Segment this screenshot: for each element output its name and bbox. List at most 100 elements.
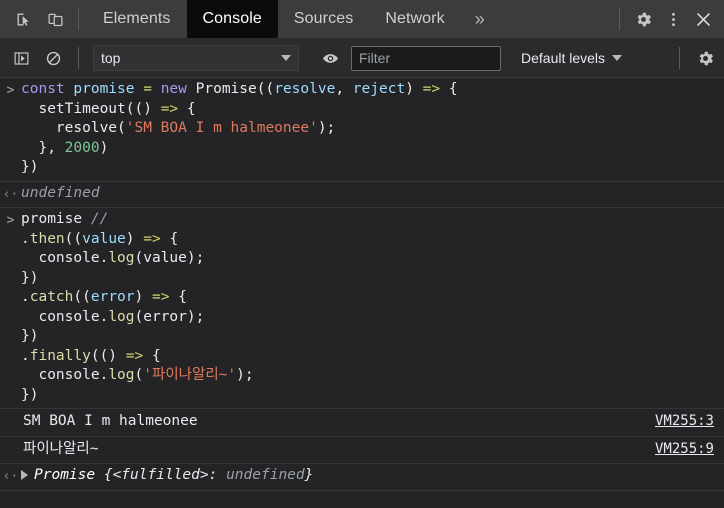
code-token: reject (352, 81, 406, 97)
console-settings-icon[interactable] (690, 43, 720, 73)
more-options-icon[interactable] (658, 4, 688, 34)
clear-console-glyph (46, 51, 60, 65)
code-token: => (143, 230, 161, 247)
promise-object-preview: Promise {<fulfilled>: undefined} (21, 466, 724, 486)
code-token: = (143, 81, 152, 97)
source-link[interactable]: VM255:3 (655, 412, 714, 432)
eye-glyph (322, 53, 338, 63)
promise-state: <fulfilled> (112, 467, 209, 483)
code-token: promise (73, 81, 135, 97)
code-token: console. (21, 308, 109, 325)
tab-sources[interactable]: Sources (278, 0, 369, 38)
code-token: value (82, 230, 126, 247)
tabbar-divider-right (619, 8, 620, 30)
tab-elements-label: Elements (103, 10, 171, 27)
tab-network[interactable]: Network (369, 0, 460, 38)
tabbar-left-icons (0, 0, 70, 38)
undefined-value: undefined (21, 184, 100, 201)
live-expression-icon[interactable] (315, 43, 345, 73)
tab-console[interactable]: Console (186, 0, 278, 38)
code-token: { (178, 100, 196, 117)
tab-network-label: Network (385, 10, 445, 27)
console-sidebar-toggle-icon[interactable] (6, 43, 36, 73)
code-token: { (440, 81, 458, 97)
code-token: . (21, 289, 30, 305)
promise-separator: : (208, 467, 227, 483)
close-icon[interactable] (688, 4, 718, 34)
device-toolbar-icon[interactable] (40, 4, 70, 34)
code-token: resolve (274, 81, 336, 97)
more-tabs-label: » (474, 8, 485, 29)
tab-console-label: Console (202, 10, 262, 27)
inspect-element-icon[interactable] (8, 4, 38, 34)
promise-brace-close: } (304, 467, 314, 483)
toolbar-divider-1 (78, 47, 79, 69)
toolbar-divider-2 (679, 47, 680, 69)
console-log-message: SM BOA I m halmeonee VM255:3 (0, 409, 724, 437)
code-token: resolve( (21, 120, 126, 136)
code-token: }) (21, 269, 39, 286)
code-token: }) (21, 328, 39, 344)
console-input-message: > const promise = new Promise((resolve, r… (0, 78, 724, 182)
result-arrow-icon: ‹· (2, 469, 19, 484)
code-token: '파이나알리~' (143, 367, 237, 383)
code-token: , (335, 81, 353, 97)
close-glyph (696, 12, 710, 26)
code-token: then (29, 230, 65, 247)
panel-tabs: Elements Console Sources Network » (87, 0, 611, 38)
expand-triangle-icon[interactable] (21, 470, 28, 480)
code-token: { (143, 347, 161, 364)
code-token: catch (29, 289, 74, 305)
tab-elements[interactable]: Elements (87, 0, 187, 38)
source-link[interactable]: VM255:9 (655, 440, 714, 460)
code-token: ) (134, 289, 152, 305)
code-token: => (125, 347, 144, 364)
code-token: => (151, 289, 170, 305)
log-gutter (0, 412, 21, 413)
code-token: new (160, 81, 187, 97)
code-token: const (21, 81, 65, 97)
console-log-text: 파이나알리~ (21, 440, 724, 460)
log-gutter (0, 440, 21, 441)
code-token: log (108, 308, 135, 325)
sidebar-toggle-glyph (14, 51, 28, 65)
code-token: }, (21, 139, 65, 156)
more-tabs-icon[interactable]: » (461, 0, 499, 38)
log-levels-dropdown[interactable]: Default levels (513, 46, 630, 70)
settings-gear-icon[interactable] (628, 4, 658, 34)
devtools-window: Elements Console Sources Network » top F… (0, 0, 724, 508)
promise-value: undefined (226, 467, 305, 483)
execution-context-selector[interactable]: top (93, 45, 299, 71)
inspect-element-glyph (17, 13, 29, 26)
console-result-value: undefined (21, 184, 724, 204)
code-token: { (169, 289, 187, 305)
console-input-code: promise // .then((value) => { console.lo… (21, 210, 724, 405)
console-log-message: 파이나알리~ VM255:9 (0, 437, 724, 464)
code-token: Promise (195, 81, 257, 97)
code-token: ); (317, 120, 336, 136)
execution-context-value: top (101, 50, 121, 66)
code-token: . (21, 230, 30, 247)
code-token: . (21, 347, 30, 364)
code-token: console. (21, 367, 109, 383)
code-token: { (160, 230, 179, 247)
code-token: => (160, 100, 179, 117)
console-log-text: SM BOA I m halmeonee (21, 412, 724, 432)
console-input-code: const promise = new Promise((resolve, re… (21, 80, 724, 178)
code-token: log (108, 250, 135, 266)
code-token: (( (256, 81, 275, 97)
filter-input[interactable] (351, 45, 501, 71)
code-token: (value); (134, 250, 205, 266)
code-token: ( (134, 367, 144, 383)
promise-brace-open: { (95, 467, 113, 483)
code-token: ) (125, 230, 144, 247)
clear-console-icon[interactable] (38, 43, 68, 73)
code-token: error (90, 289, 135, 305)
console-message-list[interactable]: > const promise = new Promise((resolve, r… (0, 78, 724, 508)
gear-glyph (637, 12, 651, 26)
console-input-message: > promise // .then((value) => { console.l… (0, 208, 724, 409)
code-token: console. (21, 250, 109, 266)
log-levels-label: Default levels (521, 50, 606, 66)
